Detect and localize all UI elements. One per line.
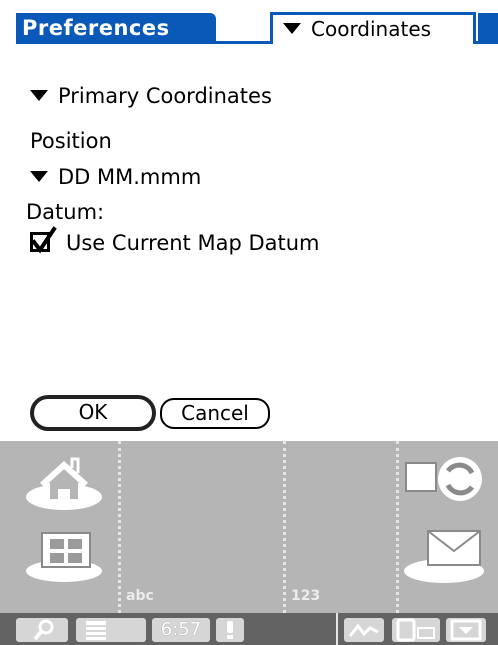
graffiti-area[interactable]: abc 123 — [0, 441, 498, 613]
ok-button[interactable]: OK — [30, 395, 156, 431]
graffiti-divider — [396, 441, 399, 613]
category-dropdown-label: Coordinates — [311, 17, 432, 41]
dropdown-arrow-icon — [283, 23, 301, 34]
favorites-icon[interactable] — [22, 523, 112, 589]
position-format-dropdown[interactable]: DD MM.mmm — [30, 165, 201, 189]
position-label: Position — [30, 129, 112, 153]
checkbox-checked-icon[interactable] — [30, 226, 57, 254]
status-divider — [336, 613, 338, 645]
category-dropdown[interactable]: Coordinates — [270, 12, 476, 44]
home-icon[interactable] — [22, 451, 112, 517]
cancel-button[interactable]: Cancel — [160, 398, 270, 429]
status-bar: 6:57 — [0, 613, 498, 645]
signal-icon[interactable] — [344, 618, 384, 642]
search-icon[interactable] — [16, 618, 68, 642]
graffiti-divider — [283, 441, 286, 613]
menu-icon[interactable] — [76, 618, 146, 642]
use-map-datum-checkbox[interactable]: Use Current Map Datum — [30, 226, 320, 255]
sync-icon[interactable] — [400, 451, 490, 517]
primary-coordinates-dropdown[interactable]: Primary Coordinates — [30, 84, 272, 108]
alert-icon[interactable] — [216, 618, 244, 642]
graffiti-divider — [118, 441, 121, 613]
input-area-icon[interactable] — [446, 618, 486, 642]
dropdown-arrow-icon — [30, 170, 48, 182]
numbers-area-label: 123 — [291, 588, 321, 604]
rotate-icon[interactable] — [392, 618, 440, 642]
use-map-datum-label: Use Current Map Datum — [66, 231, 320, 255]
mail-icon[interactable] — [400, 523, 490, 589]
form-title: Preferences — [16, 13, 216, 44]
position-format-label: DD MM.mmm — [58, 165, 202, 189]
title-bar-edge — [478, 13, 498, 44]
title-bar: Preferences Coordinates — [0, 0, 498, 44]
clock[interactable]: 6:57 — [152, 618, 210, 642]
letters-area-label: abc — [126, 588, 154, 604]
datum-label: Datum: — [26, 200, 105, 224]
dropdown-arrow-icon — [30, 89, 48, 101]
primary-coordinates-label: Primary Coordinates — [58, 84, 272, 108]
